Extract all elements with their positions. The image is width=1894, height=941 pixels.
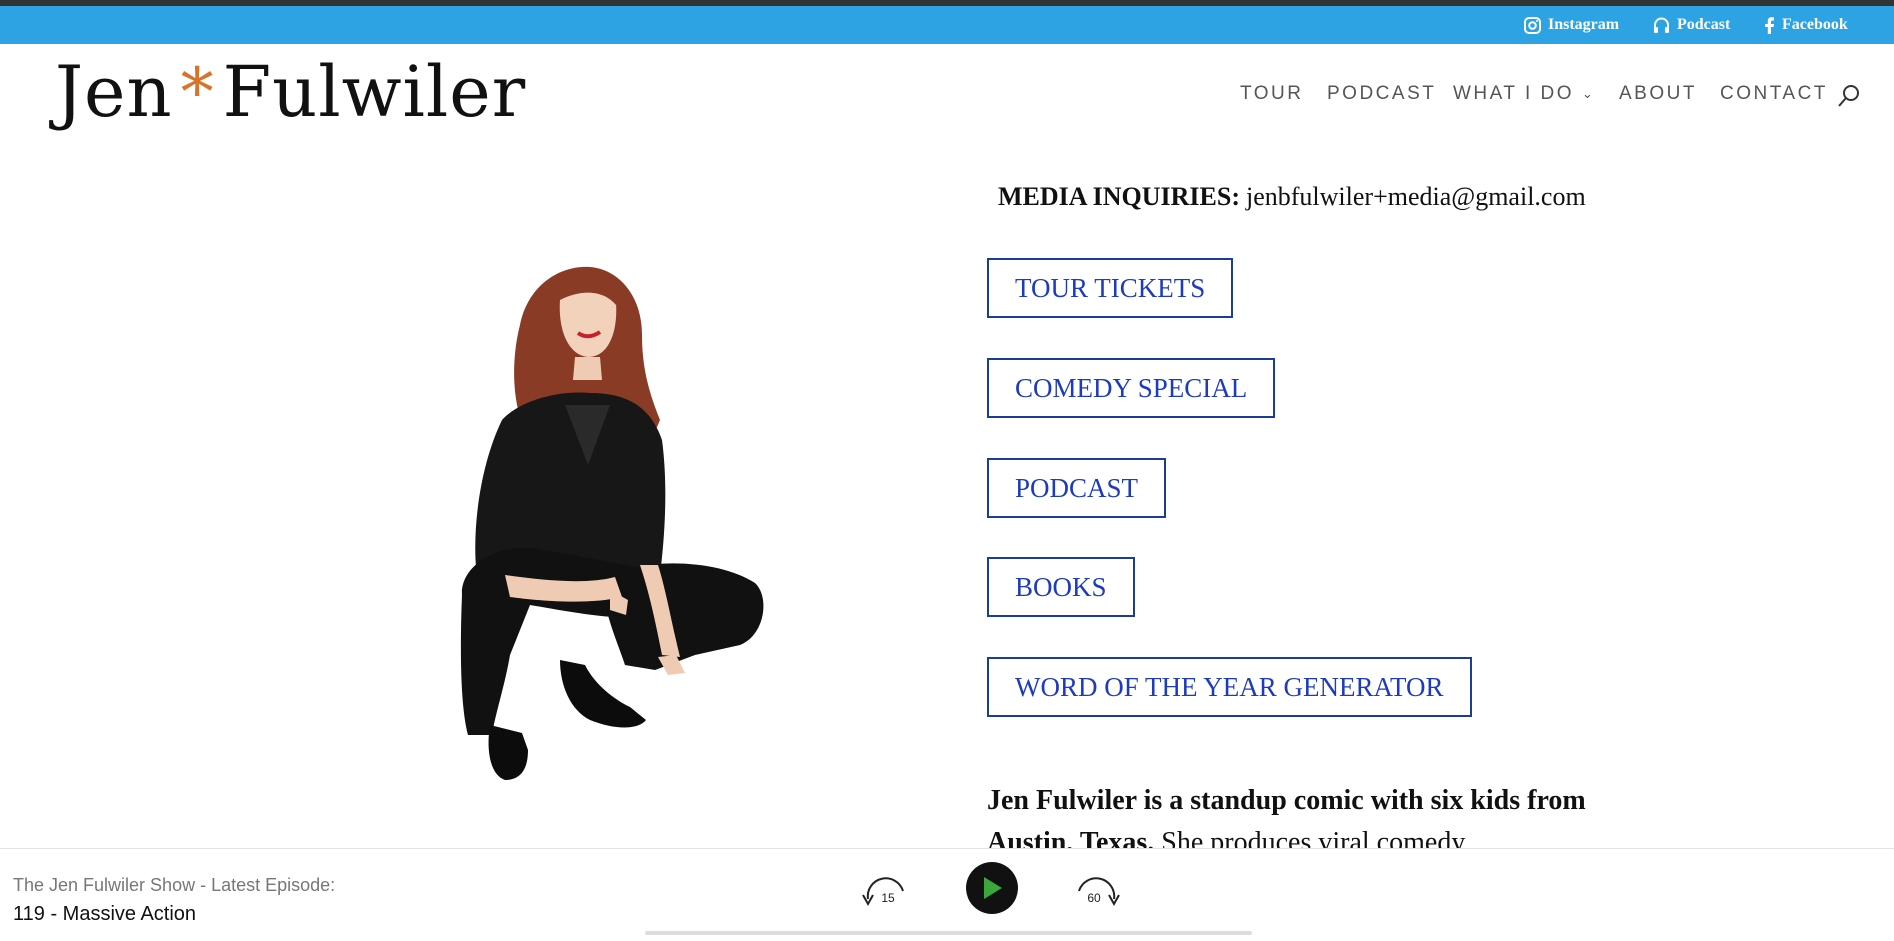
nav-about[interactable]: ABOUT	[1619, 80, 1697, 108]
play-button[interactable]	[966, 862, 1018, 914]
search-icon[interactable]	[1836, 83, 1862, 109]
rewind-15-icon[interactable]: 15	[859, 869, 913, 913]
podcast-button[interactable]: PODCAST	[987, 458, 1167, 518]
word-of-the-year-generator-button[interactable]: WORD OF THE YEAR GENERATOR	[987, 657, 1472, 717]
nav-what-i-do[interactable]: WHAT I DO ⌄	[1453, 80, 1593, 108]
jen-fulwiler-photo	[460, 266, 764, 780]
forward-seconds: 60	[1087, 891, 1101, 905]
facebook-link[interactable]: Facebook	[1763, 6, 1848, 44]
instagram-label: Instagram	[1548, 16, 1620, 33]
comedy-special-button[interactable]: COMEDY SPECIAL	[987, 358, 1276, 418]
nav-podcast[interactable]: PODCAST	[1327, 80, 1436, 108]
nav-what-i-do-label: WHAT I DO	[1453, 83, 1575, 104]
nav-contact[interactable]: CONTACT	[1720, 80, 1828, 108]
books-button[interactable]: BOOKS	[987, 557, 1135, 617]
logo-last-name: Fulwiler	[222, 51, 527, 133]
play-icon	[984, 877, 1002, 899]
episode-title[interactable]: 119 - Massive Action	[13, 903, 196, 926]
instagram-link[interactable]: Instagram	[1524, 6, 1619, 44]
show-label: The Jen Fulwiler Show - Latest Episode:	[13, 875, 336, 895]
instagram-icon	[1524, 16, 1541, 34]
site-logo[interactable]: Jen * Fulwiler	[55, 51, 527, 133]
chevron-down-icon: ⌄	[1582, 86, 1593, 101]
media-email[interactable]: jenbfulwiler+media@gmail.com	[1246, 182, 1586, 211]
tour-tickets-button[interactable]: TOUR TICKETS	[987, 258, 1234, 318]
media-inquiries: MEDIA INQUIRIES: jenbfulwiler+media@gmail…	[998, 182, 1586, 212]
podcast-top-label: Podcast	[1677, 16, 1731, 33]
facebook-icon	[1765, 16, 1774, 34]
nav-tour[interactable]: TOUR	[1240, 80, 1303, 108]
logo-first-name: Jen	[55, 51, 173, 133]
facebook-label: Facebook	[1782, 16, 1848, 33]
headphones-icon	[1654, 17, 1669, 33]
forward-60-icon[interactable]: 60	[1069, 869, 1123, 913]
social-top-bar: Instagram Podcast Facebook	[0, 6, 1894, 44]
podcast-link[interactable]: Podcast	[1653, 6, 1730, 44]
media-inquiries-label: MEDIA INQUIRIES:	[998, 182, 1240, 211]
logo-star: *	[180, 53, 215, 131]
podcast-player: The Jen Fulwiler Show - Latest Episode: …	[0, 848, 1894, 941]
progress-bar[interactable]	[645, 931, 1252, 935]
rewind-seconds: 15	[881, 891, 895, 905]
